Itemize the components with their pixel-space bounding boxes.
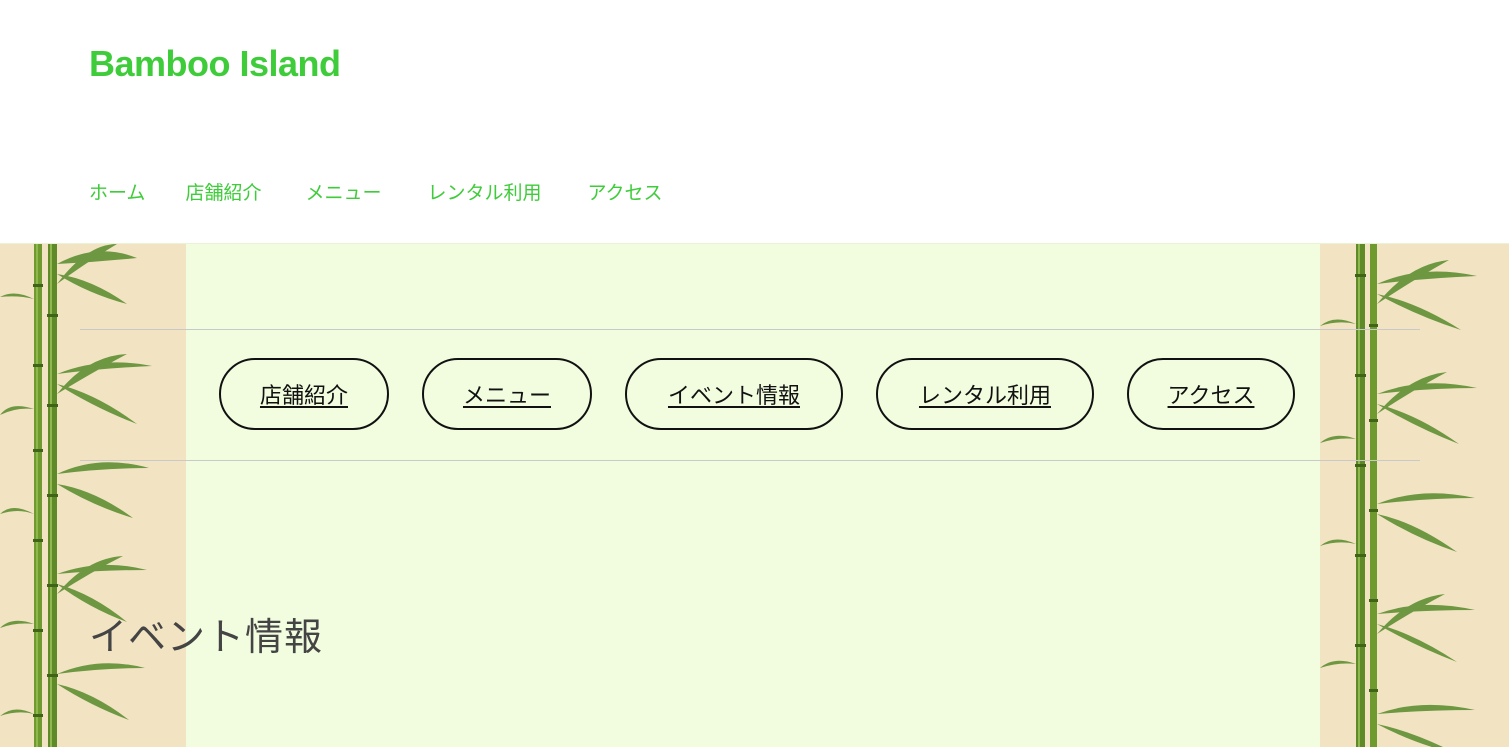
nav-item-home[interactable]: ホーム (89, 178, 145, 208)
divider-top (80, 329, 1420, 330)
nav-item-access[interactable]: アクセス (587, 178, 662, 208)
bamboo-decoration-left (0, 244, 186, 747)
nav-item-rental[interactable]: レンタル利用 (427, 178, 541, 208)
bamboo-decoration-right (1320, 244, 1509, 747)
site-title-link[interactable]: Bamboo Island (89, 40, 341, 88)
nav-item-menu[interactable]: メニュー (305, 178, 381, 208)
pill-events[interactable]: イベント情報 (625, 358, 843, 430)
pill-rental[interactable]: レンタル利用 (876, 358, 1094, 430)
main-navigation: ホーム 店舗紹介 メニュー レンタル利用 アクセス (89, 178, 663, 208)
pill-store-intro[interactable]: 店舗紹介 (219, 358, 389, 430)
pill-menu[interactable]: メニュー (422, 358, 592, 430)
section-title: イベント情報 (89, 615, 324, 659)
bamboo-illustration-right (1320, 244, 1509, 747)
bamboo-illustration-left (0, 244, 186, 747)
content-area: 店舗紹介 メニュー イベント情報 レンタル利用 アクセス イベント情報 (0, 243, 1509, 747)
nav-item-store-intro[interactable]: 店舗紹介 (185, 178, 261, 208)
site-header: Bamboo Island ホーム 店舗紹介 メニュー レンタル利用 アクセス (0, 0, 1509, 243)
pill-access[interactable]: アクセス (1127, 358, 1295, 430)
divider-bottom (80, 460, 1420, 461)
